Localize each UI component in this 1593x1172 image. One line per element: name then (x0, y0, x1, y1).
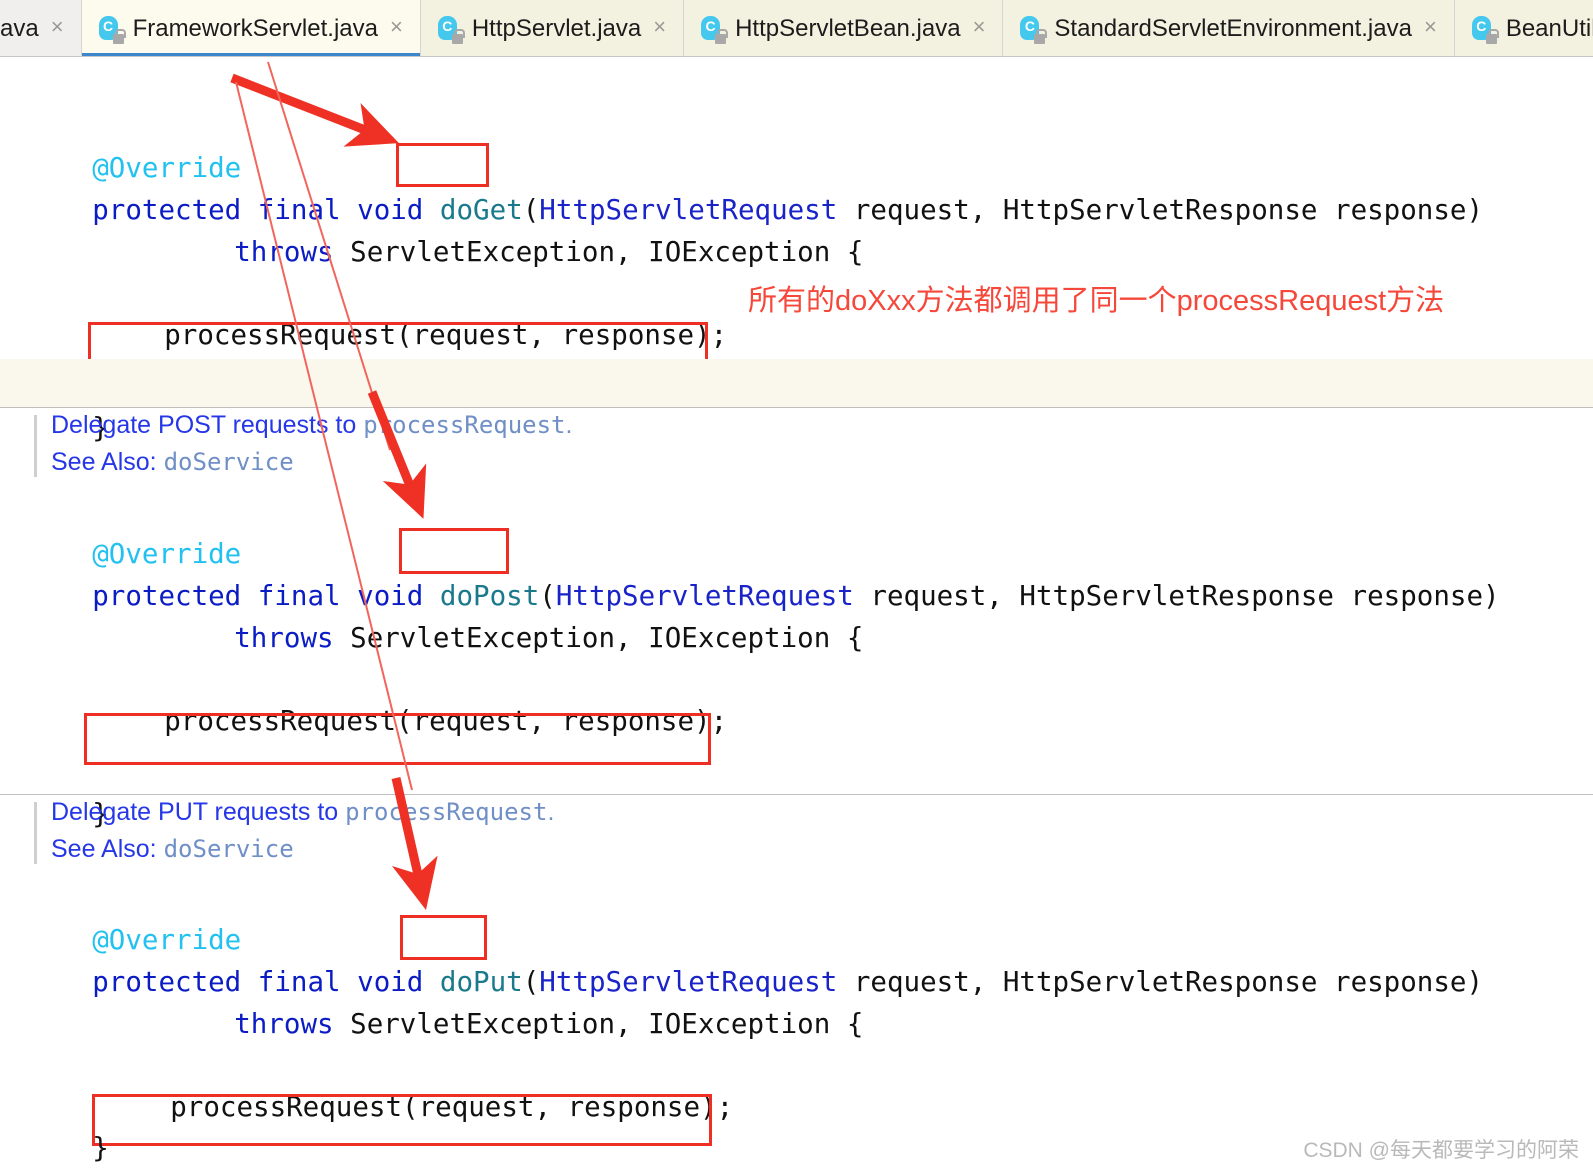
see-also-label: See Also: (51, 448, 157, 476)
lock-icon (715, 28, 729, 44)
close-icon[interactable]: × (1421, 14, 1440, 43)
editor-tab-bar: ava × C FrameworkServlet.java × C HttpSe… (0, 0, 1593, 57)
javadoc-see-also-put: See Also: doService (51, 835, 294, 864)
javadoc-code-ref[interactable]: processRequest (345, 798, 547, 826)
block-separator-1 (0, 407, 1593, 408)
lock-icon (1485, 28, 1499, 44)
javadoc-block-post: Delegate POST requests to processRequest… (0, 409, 1593, 487)
csdn-watermark: CSDN @每天都要学习的阿荣 (1303, 1139, 1579, 1162)
lock-icon (451, 28, 465, 44)
javadoc-period: . (565, 411, 573, 439)
close-icon[interactable]: × (970, 14, 989, 43)
throws-keyword: throws (234, 236, 334, 268)
throws-exception-list: ServletException, IOException { (333, 622, 864, 654)
java-class-icon: C (98, 14, 126, 44)
javadoc-period: . (547, 798, 555, 826)
code-line-call-2: processRequest(request, response); (98, 658, 727, 784)
close-icon[interactable]: × (650, 14, 669, 43)
javadoc-summary-text: Delegate PUT requests to (51, 798, 346, 826)
tab-label: FrameworkServlet.java (132, 14, 378, 42)
param-name-response: response) (1317, 194, 1484, 226)
collapsed-region-band-1 (0, 359, 1593, 407)
java-class-icon: C (1471, 14, 1499, 44)
javadoc-summary-text: Delegate POST requests to (51, 411, 364, 439)
javadoc-left-bar (34, 802, 37, 864)
lock-icon (1034, 28, 1048, 44)
close-icon[interactable]: × (48, 14, 67, 43)
throws-exception-list: ServletException, IOException { (333, 236, 864, 268)
javadoc-block-put: Delegate PUT requests to processRequest.… (0, 796, 1593, 874)
tab-bean-utils[interactable]: C BeanUtils.java × (1454, 0, 1593, 56)
javadoc-summary-post: Delegate POST requests to processRequest… (51, 411, 572, 440)
java-class-icon: C (700, 14, 729, 44)
param-type-response: HttpServletResponse (1002, 966, 1318, 998)
tab-label: HttpServlet.java (471, 14, 642, 42)
closing-brace: } (92, 1132, 109, 1164)
param-name-request: request, (853, 580, 1020, 612)
javadoc-see-also-post: See Also: doService (51, 448, 294, 477)
tab-framework-servlet[interactable]: C FrameworkServlet.java × (81, 0, 421, 56)
tab-label: ava (0, 14, 39, 42)
tab-standard-servlet-environment[interactable]: C StandardServletEnvironment.java × (1003, 0, 1455, 56)
param-type-response: HttpServletResponse (1002, 194, 1318, 226)
chinese-annotation-note: 所有的doXxx方法都调用了同一个processRequest方法 (748, 285, 1445, 317)
tab-label: HttpServletBean.java (735, 14, 961, 42)
tab-partial-left[interactable]: ava × (0, 0, 82, 56)
throws-keyword: throws (234, 622, 334, 654)
param-name-response: response) (1334, 580, 1500, 612)
code-editor-area[interactable]: @Override protected final void doGet(Htt… (0, 57, 1593, 1172)
code-line-call-3: processRequest(request, response); (104, 1044, 733, 1170)
throws-exception-list: ServletException, IOException { (333, 1008, 864, 1040)
block-separator-2 (0, 794, 1593, 795)
close-icon[interactable]: × (387, 14, 406, 43)
see-also-link[interactable]: doService (164, 448, 294, 476)
javadoc-code-ref[interactable]: processRequest (363, 411, 565, 439)
process-request-call: processRequest(request, response); (164, 705, 728, 737)
lock-icon (112, 28, 126, 44)
see-also-link[interactable]: doService (164, 835, 294, 863)
process-request-call: processRequest(request, response); (170, 1091, 734, 1123)
javadoc-summary-put: Delegate PUT requests to processRequest. (51, 798, 554, 827)
tab-label: BeanUtils.java (1505, 14, 1593, 42)
throws-keyword: throws (234, 1008, 334, 1040)
process-request-call: processRequest(request, response); (164, 319, 728, 351)
java-class-icon: C (437, 14, 465, 44)
tab-label: StandardServletEnvironment.java (1054, 14, 1412, 42)
see-also-label: See Also: (51, 835, 157, 863)
java-class-icon: C (1019, 14, 1048, 44)
javadoc-left-bar (34, 415, 37, 477)
tab-http-servlet-bean[interactable]: C HttpServletBean.java × (684, 0, 1004, 56)
param-name-response: response) (1317, 966, 1484, 998)
param-type-response: HttpServletResponse (1019, 580, 1334, 612)
code-line-brace-3: } (26, 1085, 109, 1172)
tab-http-servlet[interactable]: C HttpServlet.java × (420, 0, 685, 56)
